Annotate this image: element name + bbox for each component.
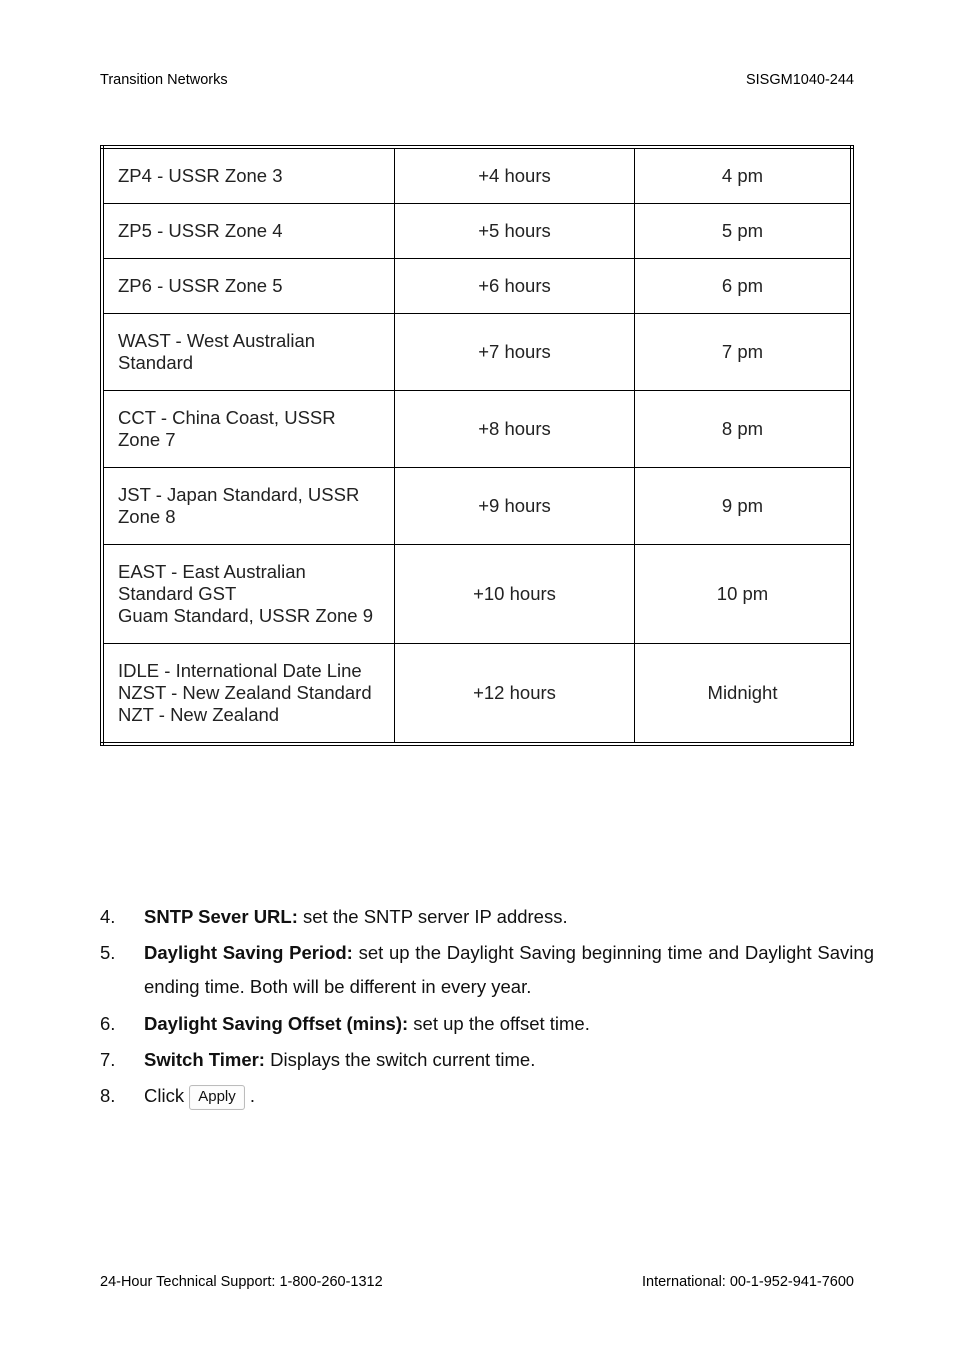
table-row: EAST - East Australian Standard GSTGuam … <box>102 545 852 644</box>
offset-cell: +12 hours <box>395 644 635 745</box>
table-row: IDLE - International Date LineNZST - New… <box>102 644 852 745</box>
offset-cell: +7 hours <box>395 314 635 391</box>
zone-cell: CCT - China Coast, USSR Zone 7 <box>102 391 395 468</box>
time-cell: 7 pm <box>635 314 853 391</box>
zone-cell: ZP6 - USSR Zone 5 <box>102 259 395 314</box>
zone-cell: ZP5 - USSR Zone 4 <box>102 204 395 259</box>
time-cell: 5 pm <box>635 204 853 259</box>
list-item-bold: SNTP Sever URL: <box>144 906 298 927</box>
list-item-bold: Daylight Saving Period: <box>144 942 353 963</box>
offset-cell: +8 hours <box>395 391 635 468</box>
timezone-table-container: ZP4 - USSR Zone 3+4 hours4 pmZP5 - USSR … <box>100 145 854 746</box>
offset-cell: +5 hours <box>395 204 635 259</box>
time-cell: 9 pm <box>635 468 853 545</box>
instructions-list: SNTP Sever URL: set the SNTP server IP a… <box>100 900 874 1113</box>
table-row: CCT - China Coast, USSR Zone 7+8 hours8 … <box>102 391 852 468</box>
time-cell: Midnight <box>635 644 853 745</box>
time-cell: 6 pm <box>635 259 853 314</box>
offset-cell: +4 hours <box>395 147 635 204</box>
table-row: JST - Japan Standard, USSR Zone 8+9 hour… <box>102 468 852 545</box>
zone-cell: ZP4 - USSR Zone 3 <box>102 147 395 204</box>
zone-cell: JST - Japan Standard, USSR Zone 8 <box>102 468 395 545</box>
timezone-table: ZP4 - USSR Zone 3+4 hours4 pmZP5 - USSR … <box>100 145 854 746</box>
click-suffix: . <box>250 1085 255 1106</box>
list-item-text: set up the offset time. <box>408 1013 590 1034</box>
list-item-bold: Daylight Saving Offset (mins): <box>144 1013 408 1034</box>
list-item-text: set the SNTP server IP address. <box>298 906 568 927</box>
offset-cell: +10 hours <box>395 545 635 644</box>
list-item: Daylight Saving Offset (mins): set up th… <box>100 1007 874 1041</box>
time-cell: 4 pm <box>635 147 853 204</box>
page-footer: 24-Hour Technical Support: 1-800-260-131… <box>100 1274 854 1290</box>
list-item: Daylight Saving Period: set up the Dayli… <box>100 936 874 1004</box>
zone-cell: EAST - East Australian Standard GSTGuam … <box>102 545 395 644</box>
list-item-click: Click Apply . <box>100 1079 874 1113</box>
list-item-text: Displays the switch current time. <box>265 1049 535 1070</box>
instructions-list-container: SNTP Sever URL: set the SNTP server IP a… <box>100 900 874 1115</box>
table-row: ZP4 - USSR Zone 3+4 hours4 pm <box>102 147 852 204</box>
footer-right: International: 00-1-952-941-7600 <box>642 1274 854 1290</box>
header-left: Transition Networks <box>100 72 228 88</box>
table-row: ZP5 - USSR Zone 4+5 hours5 pm <box>102 204 852 259</box>
zone-cell: IDLE - International Date LineNZST - New… <box>102 644 395 745</box>
table-row: WAST - West Australian Standard+7 hours7… <box>102 314 852 391</box>
zone-cell: WAST - West Australian Standard <box>102 314 395 391</box>
page-header: Transition Networks SISGM1040-244 <box>100 72 854 88</box>
time-cell: 8 pm <box>635 391 853 468</box>
apply-button[interactable]: Apply <box>189 1085 245 1110</box>
click-prefix: Click <box>144 1085 184 1106</box>
list-item: Switch Timer: Displays the switch curren… <box>100 1043 874 1077</box>
header-right: SISGM1040-244 <box>746 72 854 88</box>
offset-cell: +6 hours <box>395 259 635 314</box>
offset-cell: +9 hours <box>395 468 635 545</box>
footer-left: 24-Hour Technical Support: 1-800-260-131… <box>100 1274 383 1290</box>
table-row: ZP6 - USSR Zone 5+6 hours6 pm <box>102 259 852 314</box>
time-cell: 10 pm <box>635 545 853 644</box>
list-item: SNTP Sever URL: set the SNTP server IP a… <box>100 900 874 934</box>
list-item-bold: Switch Timer: <box>144 1049 265 1070</box>
